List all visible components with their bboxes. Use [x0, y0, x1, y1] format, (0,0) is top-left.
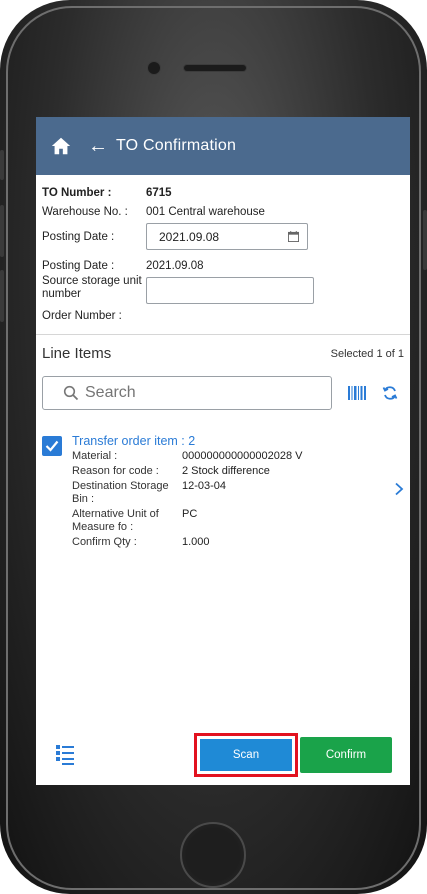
refresh-icon[interactable]	[382, 385, 398, 401]
field-label: Alternative Unit of Measure fo :	[72, 508, 159, 533]
power-button	[423, 210, 427, 270]
posting-date-input-label: Posting Date :	[42, 230, 115, 243]
order-number-row: Order Number :	[42, 306, 404, 325]
mute-switch	[0, 150, 4, 180]
order-number-label: Order Number :	[42, 309, 122, 322]
field-label: Destination Storage Bin :	[72, 480, 169, 505]
header-fields: TO Number : 6715 Warehouse No. : 001 Cen…	[36, 175, 410, 325]
list-view-icon[interactable]	[56, 744, 74, 766]
to-number-row: TO Number : 6715	[42, 183, 404, 202]
checkmark-icon	[45, 440, 59, 452]
item-body: Transfer order item : 2 Material : 00000…	[72, 434, 404, 551]
posting-date-value: 2021.09.08	[146, 259, 204, 272]
source-storage-unit-label-line1: Source storage unit	[42, 275, 142, 287]
search-row	[36, 368, 410, 416]
app-bar: ← TO Confirmation	[36, 117, 410, 175]
to-number-value: 6715	[146, 186, 172, 199]
warehouse-value: 001 Central warehouse	[146, 205, 265, 218]
line-items-title: Line Items	[42, 345, 112, 362]
list-item[interactable]: Transfer order item : 2 Material : 00000…	[36, 424, 410, 551]
warehouse-row: Warehouse No. : 001 Central warehouse	[42, 202, 404, 221]
phone-frame: ← TO Confirmation TO Number : 6715 Wareh…	[0, 0, 427, 894]
source-storage-unit-label: Source storage unit number	[42, 275, 146, 301]
field-value: 2 Stock difference	[182, 465, 270, 477]
field-value: 000000000000002028 V	[182, 450, 303, 462]
selected-count: Selected 1 of 1	[330, 347, 404, 360]
posting-date-picker-value: 2021.09.08	[159, 229, 220, 244]
item-field-alt-unit: Alternative Unit of Measure fo : PC	[72, 508, 404, 534]
chevron-right-icon[interactable]	[394, 482, 404, 496]
search-input[interactable]	[85, 384, 315, 402]
item-field-destination-bin: Destination Storage Bin : 12-03-04	[72, 480, 404, 506]
field-value: 12-03-04	[182, 480, 227, 492]
item-field-material: Material : 000000000000002028 V	[72, 450, 404, 463]
app-screen: ← TO Confirmation TO Number : 6715 Wareh…	[36, 117, 410, 785]
scan-button-highlight: Scan	[194, 733, 298, 777]
posting-date-row: Posting Date : 2021.09.08	[42, 256, 404, 275]
confirm-button[interactable]: Confirm	[300, 737, 392, 773]
volume-up-button	[0, 205, 4, 257]
to-number-label: TO Number :	[42, 186, 112, 199]
posting-date-label: Posting Date :	[42, 259, 115, 272]
field-label: Reason for code :	[72, 465, 159, 477]
home-button[interactable]	[180, 822, 246, 888]
calendar-icon[interactable]	[288, 231, 299, 242]
posting-date-input-row: Posting Date : 2021.09.08	[42, 221, 404, 252]
back-arrow-icon[interactable]: ←	[88, 136, 108, 156]
page-title: TO Confirmation	[116, 137, 237, 154]
item-field-confirm-qty: Confirm Qty : 1.000	[72, 536, 404, 549]
earpiece-speaker	[184, 65, 246, 71]
scan-button[interactable]: Scan	[200, 739, 292, 771]
item-title: Transfer order item : 2	[72, 434, 196, 448]
front-camera	[148, 62, 160, 74]
search-icon	[63, 385, 79, 401]
item-checkbox[interactable]	[42, 436, 62, 456]
line-items-header: Line Items Selected 1 of 1	[36, 335, 410, 368]
barcode-icon[interactable]	[348, 386, 366, 400]
source-storage-unit-row: Source storage unit number	[42, 275, 404, 304]
source-storage-unit-input[interactable]	[146, 277, 314, 304]
item-field-reason: Reason for code : 2 Stock difference	[72, 465, 404, 478]
field-label: Material :	[72, 450, 118, 462]
field-value: 1.000	[182, 536, 210, 548]
field-label: Confirm Qty :	[72, 536, 137, 548]
warehouse-label: Warehouse No. :	[42, 205, 128, 218]
search-box[interactable]	[42, 376, 332, 410]
home-icon[interactable]	[50, 135, 72, 157]
posting-date-picker[interactable]: 2021.09.08	[146, 223, 308, 250]
volume-down-button	[0, 270, 4, 322]
source-storage-unit-label-line2: number	[42, 288, 81, 300]
bottom-toolbar: Scan Confirm	[36, 725, 410, 785]
field-value: PC	[182, 508, 198, 520]
